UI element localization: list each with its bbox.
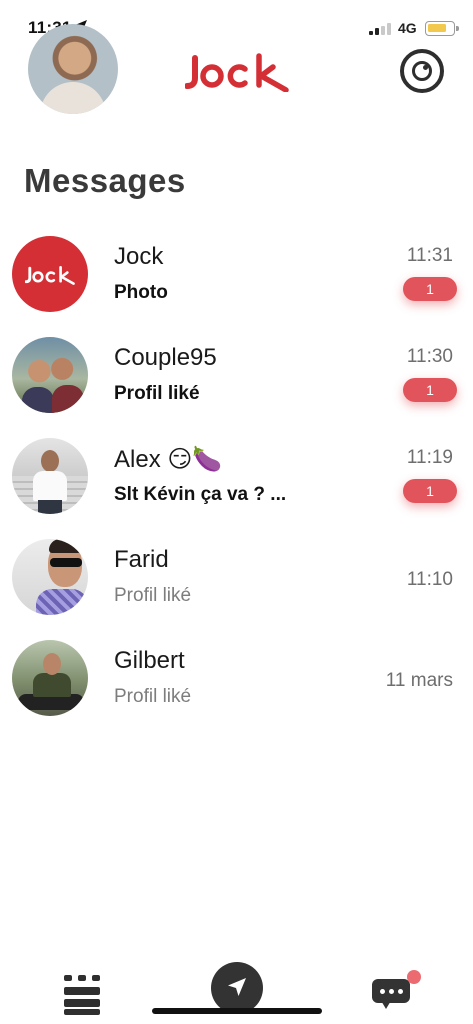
message-preview: Profil liké [114,585,192,606]
message-time: 11:30 [406,346,453,367]
avatar [12,539,88,615]
conversation-item[interactable]: Couple95 Profil liké 11:30 1 [0,329,473,429]
message-time: 11:31 [406,245,453,266]
network-type: 4G [398,20,417,36]
conversation-item[interactable]: Alex 😏🍆 Slt Kévin ça va ? ... 11:19 1 [0,430,473,530]
message-preview: Slt Kévin ça va ? ... [114,484,287,505]
unread-badge: 1 [403,277,457,301]
conversation-item[interactable]: Jock Photo 11:31 1 [0,228,473,328]
contact-name: Couple95 [114,344,217,371]
unread-badge: 1 [403,479,457,503]
message-time: 11:10 [406,569,453,590]
avatar [12,236,88,312]
jock-logo [184,48,289,93]
signal-strength-icon [369,23,391,35]
navigation-arrow-icon[interactable] [211,962,263,1014]
contact-name: Alex 😏🍆 [114,446,223,473]
message-time: 11:19 [406,447,453,468]
message-time: 11 mars [385,670,453,691]
message-preview: Photo [114,282,168,303]
contact-name: Gilbert [114,647,185,674]
grid-icon[interactable] [64,975,100,1015]
avatar [12,640,88,716]
home-indicator [152,1008,322,1014]
jock-logo-icon [25,265,75,285]
contact-name: Farid [114,546,169,573]
message-preview: Profil liké [114,686,192,707]
my-profile-avatar[interactable] [28,24,118,114]
avatar [12,337,88,413]
page-title: Messages [24,162,186,199]
chat-bubble-icon[interactable] [372,970,421,1009]
camera-button[interactable] [400,49,444,93]
contact-name: Jock [114,243,164,270]
message-preview: Profil liké [114,383,200,404]
unread-badge: 1 [403,378,457,402]
conversation-item[interactable]: Farid Profil liké 11:10 [0,531,473,631]
conversation-item[interactable]: Gilbert Profil liké 11 mars [0,632,473,732]
avatar [12,438,88,514]
camera-icon [412,61,432,81]
battery-icon [425,21,459,36]
notification-dot [407,970,421,984]
